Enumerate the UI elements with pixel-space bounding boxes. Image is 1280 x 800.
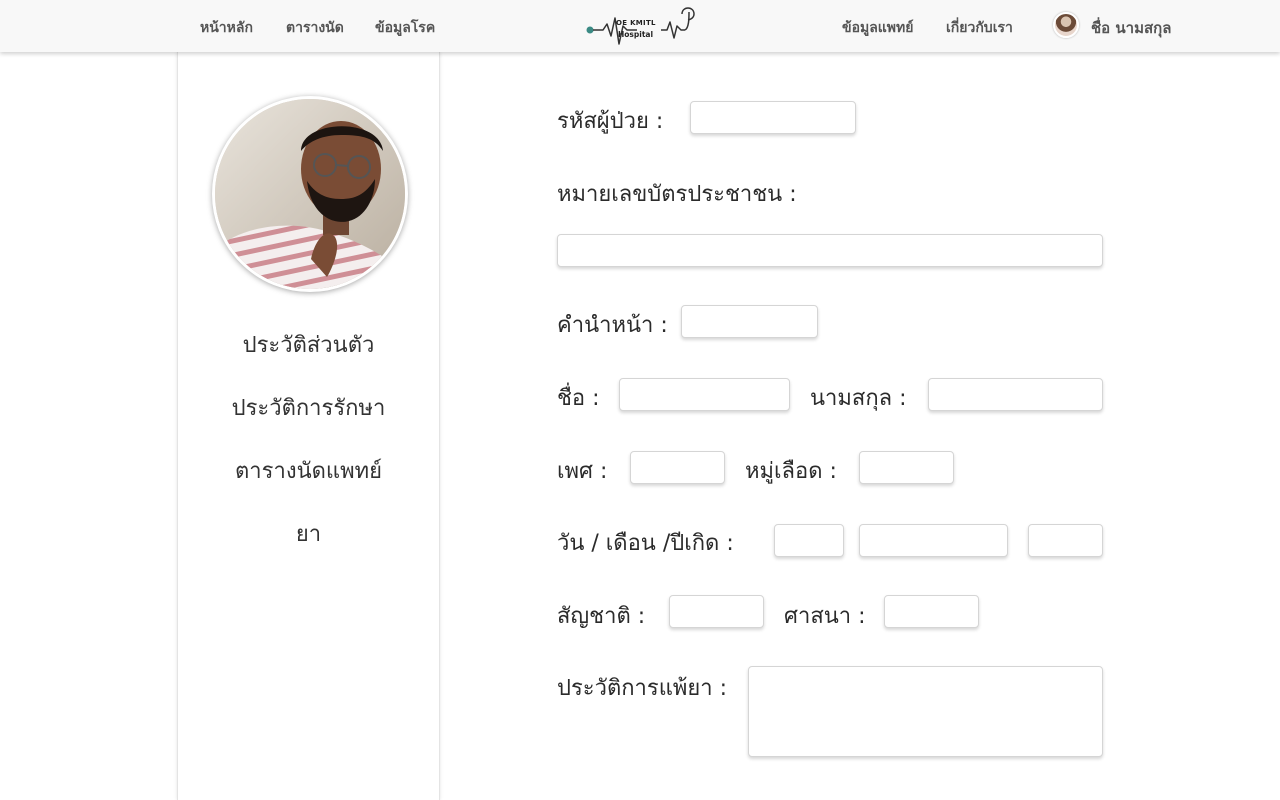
- logo-subtitle: Hospital: [618, 30, 654, 39]
- religion-label: ศาสนา :: [784, 604, 866, 629]
- drug-allergy-textarea[interactable]: [748, 666, 1103, 757]
- gender-label: เพศ :: [557, 459, 608, 484]
- birth-day-input[interactable]: [774, 524, 844, 557]
- prefix-label: คำนำหน้า :: [557, 313, 668, 338]
- sidebar-item-medicine[interactable]: ยา: [178, 516, 439, 551]
- drug-allergy-label: ประวัติการแพ้ยา :: [557, 676, 728, 701]
- logo-title: OE KMITL: [616, 19, 656, 27]
- blood-type-input[interactable]: [859, 451, 954, 484]
- nav-appointments-link[interactable]: ตารางนัด: [286, 17, 344, 39]
- last-name-label: นามสกุล :: [810, 386, 907, 411]
- national-id-label: หมายเลขบัตรประชาชน :: [557, 182, 797, 207]
- profile-sidebar: ประวัติส่วนตัว ประวัติการรักษา ตารางนัดแ…: [177, 52, 440, 800]
- patient-id-input[interactable]: [690, 101, 856, 134]
- last-name-input[interactable]: [928, 378, 1103, 411]
- patient-id-label: รหัสผู้ป่วย :: [557, 109, 664, 134]
- first-name-label: ชื่อ :: [557, 386, 600, 411]
- nav-about-link[interactable]: เกี่ยวกับเรา: [946, 17, 1013, 39]
- nav-diseases-link[interactable]: ข้อมูลโรค: [375, 17, 435, 39]
- nav-doctors-link[interactable]: ข้อมูลแพทย์: [842, 17, 913, 39]
- sidebar-item-appointments[interactable]: ตารางนัดแพทย์: [178, 453, 439, 488]
- sidebar-item-personal-history[interactable]: ประวัติส่วนตัว: [178, 327, 439, 362]
- nationality-label: สัญชาติ :: [557, 604, 646, 629]
- sidebar-item-treatment-history[interactable]: ประวัติการรักษา: [178, 390, 439, 425]
- prefix-input[interactable]: [681, 305, 818, 338]
- first-name-input[interactable]: [619, 378, 790, 411]
- birth-date-label: วัน / เดือน /ปีเกิด :: [557, 531, 734, 556]
- national-id-input[interactable]: [557, 234, 1103, 267]
- nav-home-link[interactable]: หน้าหลัก: [200, 17, 253, 39]
- birth-year-input[interactable]: [1028, 524, 1103, 557]
- top-navbar: หน้าหลัก ตารางนัด ข้อมูลโรค OE KMITL Hos…: [0, 0, 1280, 52]
- user-avatar[interactable]: [1053, 12, 1079, 38]
- religion-input[interactable]: [884, 595, 979, 628]
- profile-photo: [212, 96, 408, 292]
- birth-month-input[interactable]: [859, 524, 1008, 557]
- gender-input[interactable]: [630, 451, 725, 484]
- nationality-input[interactable]: [669, 595, 764, 628]
- user-name[interactable]: ชื่อ นามสกุล: [1091, 16, 1171, 40]
- blood-type-label: หมู่เลือด :: [745, 459, 837, 484]
- hospital-logo[interactable]: OE KMITL Hospital: [585, 4, 697, 48]
